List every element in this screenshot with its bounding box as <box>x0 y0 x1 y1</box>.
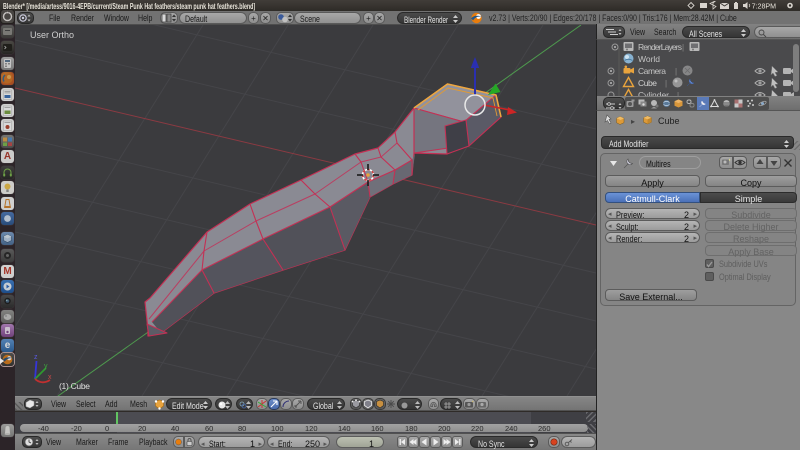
svg-text:Cube: Cube <box>658 116 680 126</box>
svg-text:y: y <box>44 363 48 370</box>
svg-text:7:28PM: 7:28PM <box>752 1 777 10</box>
svg-text:▸: ▸ <box>631 117 635 126</box>
svg-text:x: x <box>48 374 52 381</box>
svg-text:(1) Cube: (1) Cube <box>59 381 90 391</box>
svg-text:|: | <box>665 79 667 88</box>
svg-text:z: z <box>34 354 38 361</box>
svg-text:|: | <box>675 67 677 76</box>
svg-text:Cube: Cube <box>638 78 657 88</box>
svg-text:|: | <box>682 43 684 52</box>
svg-text:World: World <box>638 54 660 64</box>
svg-text:Camera: Camera <box>638 66 666 76</box>
svg-text:RenderLayers: RenderLayers <box>638 42 682 52</box>
svg-text:User Ortho: User Ortho <box>30 30 74 40</box>
